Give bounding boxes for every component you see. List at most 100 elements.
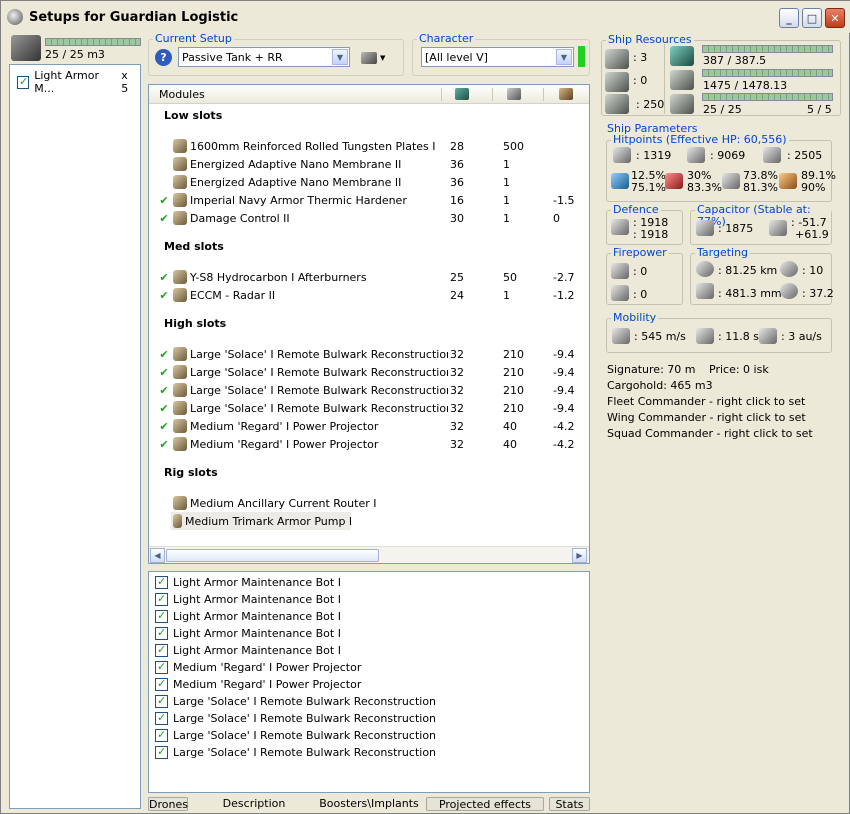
drone-row[interactable]: Large 'Solace' I Remote Bulwark Reconstr… — [155, 727, 436, 744]
max-targets: : 10 — [802, 264, 824, 277]
title-bar[interactable]: Setups for Guardian Logistic _ □ ✕ — [1, 1, 850, 33]
drone-checkbox[interactable] — [155, 694, 168, 708]
defence-label: Defence — [611, 203, 661, 216]
module-row[interactable]: Medium Ancillary Current Router I — [171, 494, 589, 512]
module-row[interactable]: ✔ Y-S8 Hydrocarbon I Afterburners 25 50 -2.7 — [157, 268, 577, 286]
minimize-button[interactable]: _ — [779, 8, 799, 28]
drone-checkbox[interactable] — [155, 728, 168, 742]
drone-row[interactable]: Large 'Solace' I Remote Bulwark Reconstr… — [155, 744, 436, 761]
drone-checkbox[interactable] — [155, 660, 168, 674]
tab-boosters-implants[interactable]: Boosters\Implants — [316, 797, 422, 811]
drone-row[interactable]: Medium 'Regard' I Power Projector — [155, 676, 361, 693]
warp-speed-icon — [759, 328, 777, 344]
active-check-icon[interactable]: ✔ — [157, 194, 171, 207]
drones-panel[interactable]: Light Armor Maintenance Bot I Light Armor… — [148, 571, 590, 793]
scroll-right-icon[interactable]: ▶ — [572, 548, 587, 563]
drone-row[interactable]: Large 'Solace' I Remote Bulwark Reconstr… — [155, 693, 436, 710]
tab-description[interactable]: Description — [214, 797, 294, 811]
tab-drones[interactable]: Drones — [148, 797, 188, 811]
active-check-icon[interactable]: ✔ — [157, 366, 171, 379]
drone-row[interactable]: Light Armor Maintenance Bot I — [155, 642, 341, 659]
active-check-icon[interactable]: ✔ — [157, 289, 171, 302]
capacitor-column-icon[interactable] — [559, 88, 573, 100]
drone-row[interactable]: Light Armor Maintenance Bot I — [155, 574, 341, 591]
drone-row[interactable]: Large 'Solace' I Remote Bulwark Reconstr… — [155, 710, 436, 727]
setup-value: Passive Tank + RR — [182, 50, 283, 64]
module-name: Imperial Navy Armor Thermic Hardener — [190, 193, 407, 207]
module-icon — [173, 401, 187, 415]
help-icon[interactable]: ? — [155, 49, 172, 66]
drone-checkbox[interactable] — [155, 626, 168, 640]
bandwidth-value: 25 / 25 — [703, 103, 742, 116]
list-item[interactable]: Light Armor M... x 5 — [17, 69, 137, 95]
drone-row[interactable]: Light Armor Maintenance Bot I — [155, 591, 341, 608]
module-row[interactable]: ✔ Large 'Solace' I Remote Bulwark Reconst… — [157, 381, 577, 399]
active-check-icon[interactable]: ✔ — [157, 212, 171, 225]
module-row[interactable]: Energized Adaptive Nano Membrane II 36 1 — [157, 173, 577, 191]
item-checkbox[interactable] — [17, 75, 30, 89]
active-check-icon[interactable]: ✔ — [157, 438, 171, 451]
module-capacitor: -9.4 — [553, 365, 575, 379]
drone-checkbox[interactable] — [155, 711, 168, 725]
module-row[interactable]: ✔ Damage Control II 30 1 0 — [157, 209, 577, 227]
horizontal-scrollbar[interactable]: ◀ ▶ — [149, 546, 589, 563]
character-group: Character [All level V] ▼ — [412, 33, 590, 76]
close-button[interactable]: ✕ — [825, 8, 845, 28]
module-name: Large 'Solace' I Remote Bulwark Reconstr… — [190, 365, 448, 379]
module-name: Large 'Solace' I Remote Bulwark Reconstr… — [190, 347, 448, 361]
module-row[interactable]: ✔ Medium 'Regard' I Power Projector 32 40 -4… — [157, 417, 577, 435]
active-check-icon[interactable]: ✔ — [157, 384, 171, 397]
drone-row[interactable]: Light Armor Maintenance Bot I — [155, 625, 341, 642]
tab-stats[interactable]: Stats — [549, 797, 590, 811]
character-select[interactable]: [All level V] ▼ — [421, 47, 574, 67]
module-row[interactable]: ✔ Imperial Navy Armor Thermic Hardener 16 1… — [157, 191, 577, 209]
wing-commander[interactable]: Wing Commander - right click to set — [607, 411, 806, 424]
setup-select[interactable]: Passive Tank + RR ▼ — [178, 47, 350, 67]
active-check-icon[interactable]: ✔ — [157, 271, 171, 284]
maximize-button[interactable]: □ — [802, 8, 822, 28]
fleet-commander[interactable]: Fleet Commander - right click to set — [607, 395, 805, 408]
speed-icon — [612, 328, 630, 344]
firepower-value-1: : 0 — [633, 265, 648, 278]
ship-parameters-group: Ship Parameters Hitpoints (Effective HP:… — [601, 123, 841, 459]
capacity-bar — [45, 38, 141, 46]
drone-row[interactable]: Light Armor Maintenance Bot I — [155, 608, 341, 625]
module-row[interactable]: Medium Trimark Armor Pump I — [171, 512, 351, 530]
setup-menu-button[interactable]: ▼ — [361, 50, 391, 66]
drone-checkbox[interactable] — [155, 745, 168, 759]
cargo-list[interactable]: Light Armor M... x 5 — [9, 64, 141, 809]
module-row[interactable]: Energized Adaptive Nano Membrane II 36 1 — [157, 155, 577, 173]
chevron-down-icon[interactable]: ▼ — [332, 49, 348, 65]
scroll-thumb[interactable] — [166, 549, 379, 562]
powergrid-column-icon[interactable] — [507, 88, 521, 100]
drone-checkbox[interactable] — [155, 643, 168, 657]
module-row[interactable]: ✔ Medium 'Regard' I Power Projector 32 40 -4… — [157, 435, 577, 453]
module-name: Medium 'Regard' I Power Projector — [190, 419, 379, 433]
cpu-column-icon[interactable] — [455, 88, 469, 100]
modules-panel[interactable]: Modules Low slots 1600mm Reinforced Rolle… — [148, 84, 590, 564]
tab-projected-effects[interactable]: Projected effects — [426, 797, 544, 811]
module-row[interactable]: ✔ ECCM - Radar II 24 1 -1.2 — [157, 286, 577, 304]
drone-checkbox[interactable] — [155, 609, 168, 623]
module-row[interactable]: 1600mm Reinforced Rolled Tungsten Plates… — [157, 137, 577, 155]
module-name: Energized Adaptive Nano Membrane II — [190, 157, 402, 171]
module-row[interactable]: ✔ Large 'Solace' I Remote Bulwark Reconst… — [157, 363, 577, 381]
drone-checkbox[interactable] — [155, 575, 168, 589]
active-check-icon[interactable]: ✔ — [157, 420, 171, 433]
squad-commander[interactable]: Squad Commander - right click to set — [607, 427, 813, 440]
module-icon — [173, 437, 187, 451]
chevron-down-icon[interactable]: ▼ — [556, 49, 572, 65]
module-cpu: 32 — [450, 365, 464, 379]
module-row[interactable]: ✔ Large 'Solace' I Remote Bulwark Reconst… — [157, 345, 577, 363]
cargohold: Cargohold: 465 m3 — [607, 379, 713, 392]
active-check-icon[interactable]: ✔ — [157, 348, 171, 361]
targeting-range: : 81.25 km — [718, 264, 778, 277]
active-check-icon[interactable]: ✔ — [157, 402, 171, 415]
module-row[interactable]: ✔ Large 'Solace' I Remote Bulwark Reconst… — [157, 399, 577, 417]
modules-header-label[interactable]: Modules — [159, 88, 205, 101]
scroll-left-icon[interactable]: ◀ — [150, 548, 165, 563]
drone-checkbox[interactable] — [155, 677, 168, 691]
drone-row[interactable]: Medium 'Regard' I Power Projector — [155, 659, 361, 676]
module-powergrid: 1 — [503, 157, 510, 171]
drone-checkbox[interactable] — [155, 592, 168, 606]
